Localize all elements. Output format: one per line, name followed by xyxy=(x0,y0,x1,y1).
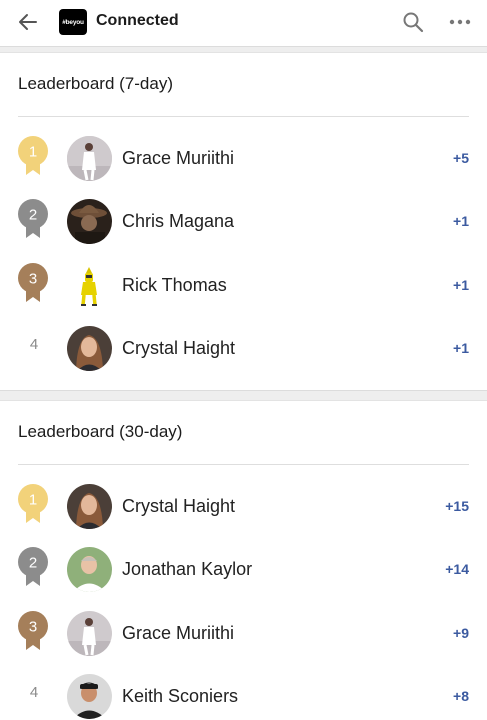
score-value: +5 xyxy=(453,150,469,166)
header-divider xyxy=(0,46,487,53)
avatar-photo xyxy=(67,326,112,371)
avatar-photo xyxy=(67,611,112,656)
silver-medal-icon: 2 xyxy=(18,199,48,238)
avatar[interactable] xyxy=(67,484,112,529)
search-icon xyxy=(403,12,424,33)
group-logo-text: #beyou xyxy=(62,18,84,26)
member-name[interactable]: Grace Muriithi xyxy=(122,148,234,169)
section-title: Leaderboard (7-day) xyxy=(18,74,173,93)
rank-number: 1 xyxy=(29,492,37,509)
score-value: +1 xyxy=(453,277,469,293)
avatar-photo xyxy=(67,674,112,719)
rank-number: 4 xyxy=(29,684,39,701)
member-name[interactable]: Crystal Haight xyxy=(122,496,235,517)
score-value: +8 xyxy=(453,688,469,704)
avatar[interactable] xyxy=(67,326,112,371)
avatar[interactable] xyxy=(67,136,112,181)
score-value: +1 xyxy=(453,340,469,356)
avatar-photo xyxy=(67,263,112,308)
leaderboard-row[interactable]: 2 Chris Magana +1 xyxy=(0,199,487,259)
avatar-photo xyxy=(67,484,112,529)
leaderboard-row[interactable]: 2 Jonathan Kaylor +14 xyxy=(0,547,487,607)
group-logo[interactable]: #beyou xyxy=(59,9,87,35)
leaderboard-row[interactable]: 1 Grace Muriithi +5 xyxy=(0,136,487,196)
more-options-button[interactable] xyxy=(446,9,474,35)
score-value: +9 xyxy=(453,625,469,641)
avatar[interactable] xyxy=(67,263,112,308)
search-button[interactable] xyxy=(400,9,426,35)
group-title[interactable]: Connected xyxy=(96,12,179,30)
avatar-photo xyxy=(67,547,112,592)
member-name[interactable]: Chris Magana xyxy=(122,211,234,232)
member-name[interactable]: Jonathan Kaylor xyxy=(122,559,252,580)
leaderboard-row[interactable]: 4 Crystal Haight +1 xyxy=(0,326,487,386)
member-name[interactable]: Grace Muriithi xyxy=(122,623,234,644)
avatar-photo xyxy=(67,136,112,181)
back-button[interactable] xyxy=(14,9,42,35)
leaderboard-row[interactable]: 4 Keith Sconiers +8 xyxy=(0,674,487,720)
section-title: Leaderboard (30-day) xyxy=(18,422,183,441)
score-value: +14 xyxy=(445,561,469,577)
leaderboard-30-day: Leaderboard (30-day) 1 Crystal Haight +1… xyxy=(0,402,487,720)
member-name[interactable]: Crystal Haight xyxy=(122,338,235,359)
avatar[interactable] xyxy=(67,674,112,719)
silver-medal-icon: 2 xyxy=(18,547,48,586)
more-horizontal-icon xyxy=(449,19,471,25)
avatar[interactable] xyxy=(67,611,112,656)
top-app-bar: #beyou Connected xyxy=(0,0,487,44)
member-name[interactable]: Rick Thomas xyxy=(122,275,227,296)
score-value: +15 xyxy=(445,498,469,514)
avatar[interactable] xyxy=(67,547,112,592)
section-divider xyxy=(18,116,469,117)
avatar-photo xyxy=(67,199,112,244)
arrow-left-icon xyxy=(19,14,37,30)
rank-number: 4 xyxy=(29,336,39,353)
section-separator xyxy=(0,390,487,401)
leaderboard-row[interactable]: 3 Grace Muriithi +9 xyxy=(0,611,487,671)
gold-medal-icon: 1 xyxy=(18,484,48,523)
section-divider xyxy=(18,464,469,465)
avatar[interactable] xyxy=(67,199,112,244)
bronze-medal-icon: 3 xyxy=(18,263,48,302)
bronze-medal-icon: 3 xyxy=(18,611,48,650)
rank-number: 2 xyxy=(29,555,37,572)
leaderboard-row[interactable]: 1 Crystal Haight +15 xyxy=(0,484,487,544)
rank-number: 3 xyxy=(29,619,37,636)
rank-number: 3 xyxy=(29,271,37,288)
rank-number: 2 xyxy=(29,207,37,224)
leaderboard-row[interactable]: 3 Rick Thomas +1 xyxy=(0,263,487,323)
leaderboard-7-day: Leaderboard (7-day) 1 Grace Muriithi +5 … xyxy=(0,54,487,390)
rank-number: 1 xyxy=(29,144,37,161)
gold-medal-icon: 1 xyxy=(18,136,48,175)
member-name[interactable]: Keith Sconiers xyxy=(122,686,238,707)
score-value: +1 xyxy=(453,213,469,229)
